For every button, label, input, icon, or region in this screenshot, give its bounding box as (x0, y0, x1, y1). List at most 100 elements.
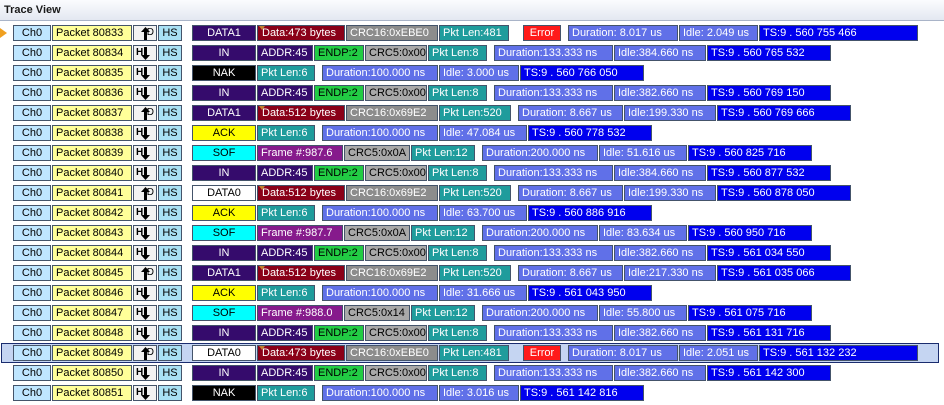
trace-row[interactable]: Ch0 Packet 80849 D HS DATA0 Data:473 bytes CRC… (0, 343, 944, 363)
trace-row[interactable]: Ch0 Packet 80835 H HS NAK Pkt Len:6 Duration:1… (0, 63, 944, 83)
trace-row[interactable]: Ch0 Packet 80848 H HS IN ADDR:45 ENDP:2 CRC5:0x… (0, 323, 944, 343)
field-dur: Duration:133.333 ns (494, 245, 613, 261)
arrow-down-icon (141, 87, 150, 100)
field-plen: Pkt Len:8 (428, 85, 487, 101)
field-dur: Duration:133.333 ns (494, 165, 613, 181)
pid-cell: SOF (192, 145, 256, 161)
field-err: Error (523, 25, 561, 41)
expand-data-icon[interactable] (259, 106, 265, 110)
field-frame: Frame #:987.6 (257, 145, 343, 161)
expand-data-icon[interactable] (259, 266, 265, 270)
current-position-marker-icon (0, 28, 7, 38)
field-dur: Duration:133.333 ns (494, 365, 613, 381)
field-dur: Duration:100.000 ns (322, 125, 438, 141)
expand-data-icon[interactable] (259, 186, 265, 190)
field-dur: Duration:200.000 ns (482, 225, 598, 241)
trace-row[interactable]: Ch0 Packet 80837 D HS DATA1 Data:512 bytes CRC… (0, 103, 944, 123)
channel-cell: Ch0 (13, 345, 51, 361)
field-crc5: CRC5:0x0A (344, 225, 410, 241)
field-endp: ENDP:2 (314, 85, 364, 101)
direction-cell: H (133, 165, 157, 181)
field-dur: Duration:200.000 ns (482, 145, 598, 161)
trace-row[interactable]: Ch0 Packet 80847 H HS SOF Frame #:988.0 CRC5:0… (0, 303, 944, 323)
field-ts: TS:9 . 560 765 532 (707, 45, 831, 61)
direction-cell: H (133, 285, 157, 301)
trace-row[interactable]: Ch0 Packet 80843 H HS SOF Frame #:987.7 CRC5:0… (0, 223, 944, 243)
field-ts: TS:9 . 561 035 066 (717, 265, 851, 281)
expand-data-icon[interactable] (259, 26, 265, 30)
field-endp: ENDP:2 (314, 165, 364, 181)
trace-row[interactable]: Ch0 Packet 80844 H HS IN ADDR:45 ENDP:2 CRC5:0x… (0, 243, 944, 263)
packet-number-cell: Packet 80848 (52, 325, 132, 341)
field-addr: ADDR:45 (257, 165, 313, 181)
field-dur: Duration: 8.667 us (518, 105, 623, 121)
field-ts: TS:9 . 560 825 716 (688, 145, 812, 161)
field-ts: TS:9 . 561 075 716 (688, 305, 812, 321)
field-endp: ENDP:2 (314, 325, 364, 341)
field-plen: Pkt Len:520 (439, 105, 511, 121)
field-plen: Pkt Len:520 (439, 265, 511, 281)
field-ts: TS:9 . 561 142 816 (520, 385, 644, 401)
direction-cell: H (133, 125, 157, 141)
speed-cell: HS (158, 65, 182, 81)
direction-cell: D (133, 105, 157, 121)
window-title: Trace View (4, 4, 61, 16)
packet-number-cell: Packet 80846 (52, 285, 132, 301)
trace-row[interactable]: Ch0 Packet 80833 D HS DATA1 Data:473 bytes CRC… (0, 23, 944, 43)
field-ts: TS:9 . 561 043 950 (528, 285, 652, 301)
trace-row[interactable]: Ch0 Packet 80842 H HS ACK Pkt Len:6 Duration:1… (0, 203, 944, 223)
channel-cell: Ch0 (13, 105, 51, 121)
field-dur: Duration: 8.667 us (518, 265, 623, 281)
expand-data-icon[interactable] (259, 346, 265, 350)
trace-row[interactable]: Ch0 Packet 80840 H HS IN ADDR:45 ENDP:2 CRC5:0x… (0, 163, 944, 183)
trace-row[interactable]: Ch0 Packet 80846 H HS ACK Pkt Len:6 Duration:1… (0, 283, 944, 303)
field-crc5: CRC5:0x00 (365, 245, 427, 261)
direction-cell: H (133, 205, 157, 221)
trace-row[interactable]: Ch0 Packet 80839 H HS SOF Frame #:987.6 CRC5:0… (0, 143, 944, 163)
field-plen: Pkt Len:6 (257, 65, 315, 81)
speed-cell: HS (158, 165, 182, 181)
channel-cell: Ch0 (13, 165, 51, 181)
trace-row[interactable]: Ch0 Packet 80845 D HS DATA1 Data:512 bytes CRC… (0, 263, 944, 283)
field-plen: Pkt Len:12 (411, 305, 475, 321)
arrow-down-icon (141, 247, 150, 260)
field-dat: Data:512 bytes (257, 265, 345, 281)
field-dur: Duration:133.333 ns (494, 85, 613, 101)
field-frame: Frame #:988.0 (257, 305, 343, 321)
packet-number-cell: Packet 80836 (52, 85, 132, 101)
field-ts: TS:9 . 561 142 300 (707, 365, 831, 381)
trace-row[interactable]: Ch0 Packet 80850 H HS IN ADDR:45 ENDP:2 CRC5:0x… (0, 363, 944, 383)
trace-row[interactable]: Ch0 Packet 80838 H HS ACK Pkt Len:6 Duration:1… (0, 123, 944, 143)
direction-cell: H (133, 245, 157, 261)
packet-number-cell: Packet 80843 (52, 225, 132, 241)
packet-number-cell: Packet 80851 (52, 385, 132, 401)
pid-cell: DATA1 (192, 25, 256, 41)
arrow-down-icon (141, 127, 150, 140)
trace-row[interactable]: Ch0 Packet 80841 D HS DATA0 Data:512 bytes CRC… (0, 183, 944, 203)
packet-number-cell: Packet 80838 (52, 125, 132, 141)
field-plen: Pkt Len:8 (428, 245, 487, 261)
pid-cell: ACK (192, 125, 256, 141)
direction-cell: H (133, 225, 157, 241)
pid-cell: DATA0 (192, 185, 256, 201)
arrow-down-icon (141, 327, 150, 340)
field-dur: Duration:133.333 ns (494, 325, 613, 341)
channel-cell: Ch0 (13, 245, 51, 261)
pid-cell: IN (192, 85, 256, 101)
trace-row[interactable]: Ch0 Packet 80834 H HS IN ADDR:45 ENDP:2 CRC5:0x… (0, 43, 944, 63)
trace-row[interactable]: Ch0 Packet 80836 H HS IN ADDR:45 ENDP:2 CRC5:0x… (0, 83, 944, 103)
field-crc5: CRC5:0x0A (344, 145, 410, 161)
field-ts: TS:9 . 560 886 916 (528, 205, 652, 221)
pid-cell: SOF (192, 225, 256, 241)
trace-view-titlebar: Trace View (0, 0, 944, 21)
field-plen: Pkt Len:6 (257, 205, 315, 221)
pid-cell: IN (192, 365, 256, 381)
field-plen: Pkt Len:8 (428, 45, 487, 61)
field-dur: Duration: 8.667 us (518, 185, 623, 201)
field-idle: Idle:217.330 ns (624, 265, 716, 281)
field-idle: Idle: 83.634 us (599, 225, 687, 241)
trace-row[interactable]: Ch0 Packet 80851 H HS NAK Pkt Len:6 Duration:1… (0, 383, 944, 403)
arrow-down-icon (141, 307, 150, 320)
channel-cell: Ch0 (13, 325, 51, 341)
field-crc5: CRC5:0x00 (365, 325, 427, 341)
